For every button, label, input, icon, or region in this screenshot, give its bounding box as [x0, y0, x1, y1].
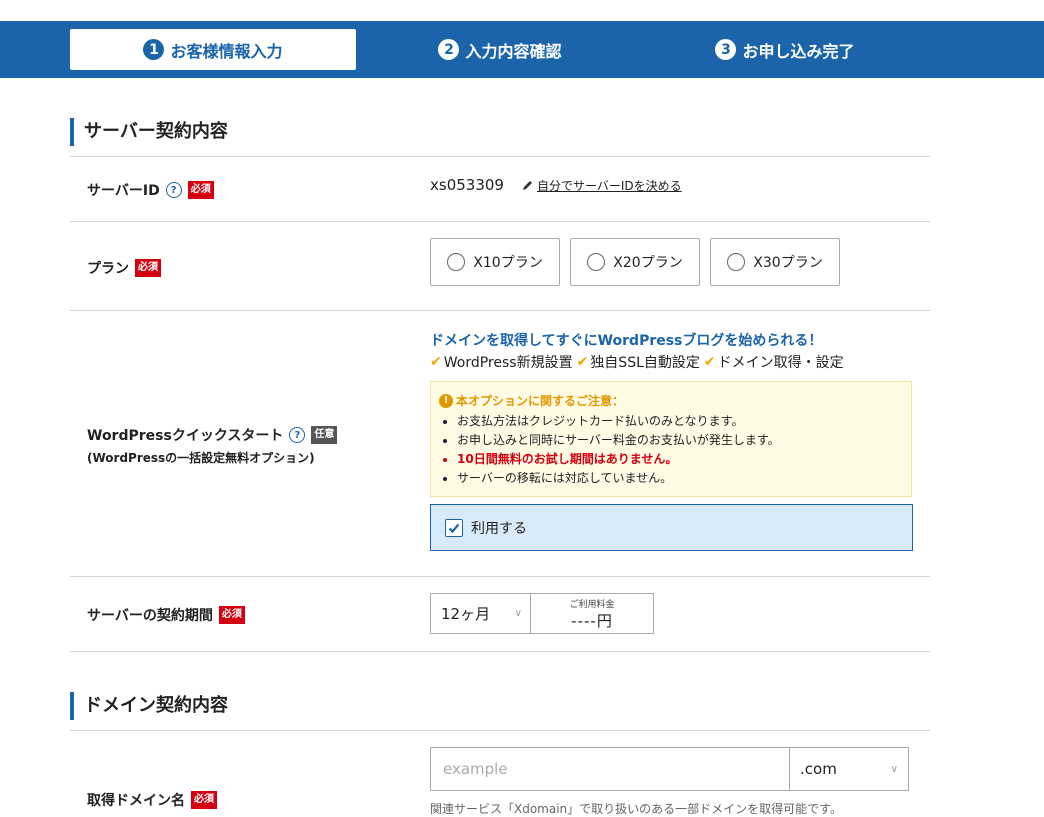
- required-badge: 必須: [135, 259, 161, 277]
- fee-display: ご利用料金 ----円: [531, 594, 653, 633]
- period-label: サーバーの契約期間 必須: [87, 605, 245, 625]
- wp-quickstart-label-text: WordPressクイックスタート: [87, 428, 284, 444]
- feature-item: ✔ WordPress新規設置: [430, 352, 573, 372]
- step-label-2: 入力内容確認: [465, 41, 562, 61]
- server-id-label-text: サーバーID: [87, 183, 160, 199]
- server-id-value-row: xs053309 自分でサーバーIDを決める: [430, 176, 682, 194]
- feature-item: ✔ ドメイン取得・設定: [704, 352, 844, 372]
- caution-list: お支払方法はクレジットカード払いのみとなります。 お申し込みと同時にサーバー料金…: [439, 412, 903, 488]
- caution-title-text: 本オプションに関するご注意：: [456, 394, 625, 408]
- wp-quickstart-label-row: WordPressクイックスタート ? 任意: [87, 425, 338, 445]
- wp-quickstart-features: ✔ WordPress新規設置 ✔ 独自SSL自動設定 ✔ ドメイン取得・設定: [430, 352, 848, 372]
- caution-title: ! 本オプションに関するご注意：: [439, 392, 903, 409]
- feature-text: WordPress新規設置: [443, 355, 573, 371]
- fee-caption: ご利用料金: [569, 599, 615, 610]
- period-group: 12ヶ月 ∨ ご利用料金 ----円: [430, 593, 654, 634]
- checkbox-checked-icon: [445, 518, 463, 537]
- step-complete: 3 お申し込み完了: [645, 29, 925, 70]
- caution-item: お申し込みと同時にサーバー料金のお支払いが発生します。: [457, 431, 903, 450]
- step-label-3: お申し込み完了: [742, 41, 855, 61]
- divider: [70, 651, 930, 652]
- feature-text: ドメイン取得・設定: [717, 355, 844, 371]
- step-confirm: 2 入力内容確認: [360, 29, 640, 70]
- domain-label-text: 取得ドメイン名: [87, 793, 185, 809]
- check-icon: ✔: [430, 354, 442, 370]
- optional-badge: 任意: [311, 426, 338, 444]
- tld-select[interactable]: .com ∨: [789, 747, 909, 791]
- required-badge: 必須: [218, 606, 245, 624]
- choose-server-id-link-text: 自分でサーバーIDを決める: [536, 178, 682, 193]
- radio-icon: [587, 253, 606, 271]
- help-icon[interactable]: ?: [289, 427, 306, 443]
- use-option-label: 利用する: [471, 520, 527, 537]
- plan-option-x10[interactable]: X10プラン: [430, 238, 560, 286]
- section-title-domain: ドメイン契約内容: [70, 692, 228, 720]
- plan-option-label: X30プラン: [753, 255, 823, 271]
- caution-item: お支払方法はクレジットカード払いのみとなります。: [457, 412, 903, 431]
- required-badge: 必須: [191, 791, 217, 809]
- tld-select-value: .com: [800, 760, 837, 778]
- chevron-down-icon: ∨: [514, 608, 522, 619]
- section-title-server: サーバー契約内容: [70, 118, 228, 146]
- plan-option-x30[interactable]: X30プラン: [710, 238, 840, 286]
- feature-text: 独自SSL自動設定: [590, 355, 700, 371]
- wp-quickstart-headline: ドメインを取得してすぐにWordPressブログを始められる！: [430, 333, 823, 349]
- divider: [70, 221, 930, 222]
- divider: [70, 730, 930, 731]
- feature-item: ✔ 独自SSL自動設定: [577, 352, 700, 372]
- chevron-down-icon: ∨: [890, 763, 898, 775]
- caution-item-highlight: 10日間無料のお試し期間はありません。: [457, 450, 903, 469]
- step-customer-info: 1 お客様情報入力: [70, 29, 356, 70]
- check-icon: ✔: [703, 354, 716, 370]
- period-select-value: 12ヶ月: [441, 605, 491, 623]
- domain-note: 関連サービス「Xdomain」で取り扱いのある一部ドメインを取得可能です。: [430, 802, 842, 816]
- server-id-value: xs053309: [430, 176, 504, 194]
- plan-label: プラン 必須: [87, 258, 161, 278]
- caution-notice: ! 本オプションに関するご注意： お支払方法はクレジットカード払いのみとなります…: [430, 381, 912, 497]
- check-icon: ✔: [576, 354, 589, 370]
- use-option-checkbox[interactable]: 利用する: [430, 504, 913, 551]
- divider: [70, 156, 930, 157]
- progress-steps: 1 お客様情報入力 2 入力内容確認 3 お申し込み完了: [0, 21, 1044, 78]
- wp-quickstart-sublabel: (WordPressの一括設定無料オプション): [87, 451, 315, 465]
- divider: [70, 310, 930, 311]
- step-label-1: お客様情報入力: [170, 41, 283, 61]
- help-icon[interactable]: ?: [165, 182, 182, 198]
- period-select[interactable]: 12ヶ月 ∨: [431, 594, 531, 633]
- domain-input[interactable]: example: [430, 747, 790, 791]
- exclamation-icon: !: [439, 393, 453, 408]
- radio-icon: [447, 253, 466, 271]
- radio-icon: [727, 253, 746, 271]
- domain-label: 取得ドメイン名 必須: [87, 790, 217, 810]
- plan-option-x20[interactable]: X20プラン: [570, 238, 700, 286]
- caution-item: サーバーの移転には対応していません。: [457, 469, 903, 488]
- plan-option-label: X20プラン: [613, 255, 683, 271]
- choose-server-id-link[interactable]: 自分でサーバーIDを決める: [522, 177, 682, 194]
- step-number-1: 1: [143, 39, 165, 60]
- plan-label-text: プラン: [87, 261, 129, 277]
- divider: [70, 576, 930, 577]
- pencil-icon: [522, 181, 532, 190]
- step-number-2: 2: [438, 39, 460, 60]
- step-number-3: 3: [715, 39, 737, 60]
- fee-value: ----円: [571, 611, 613, 630]
- period-label-text: サーバーの契約期間: [87, 608, 213, 624]
- plan-option-label: X10プラン: [473, 255, 543, 271]
- server-id-label: サーバーID ? 必須: [87, 180, 214, 200]
- wp-quickstart-label: WordPressクイックスタート ? 任意 (WordPressの一括設定無料…: [87, 425, 338, 466]
- required-badge: 必須: [187, 181, 214, 199]
